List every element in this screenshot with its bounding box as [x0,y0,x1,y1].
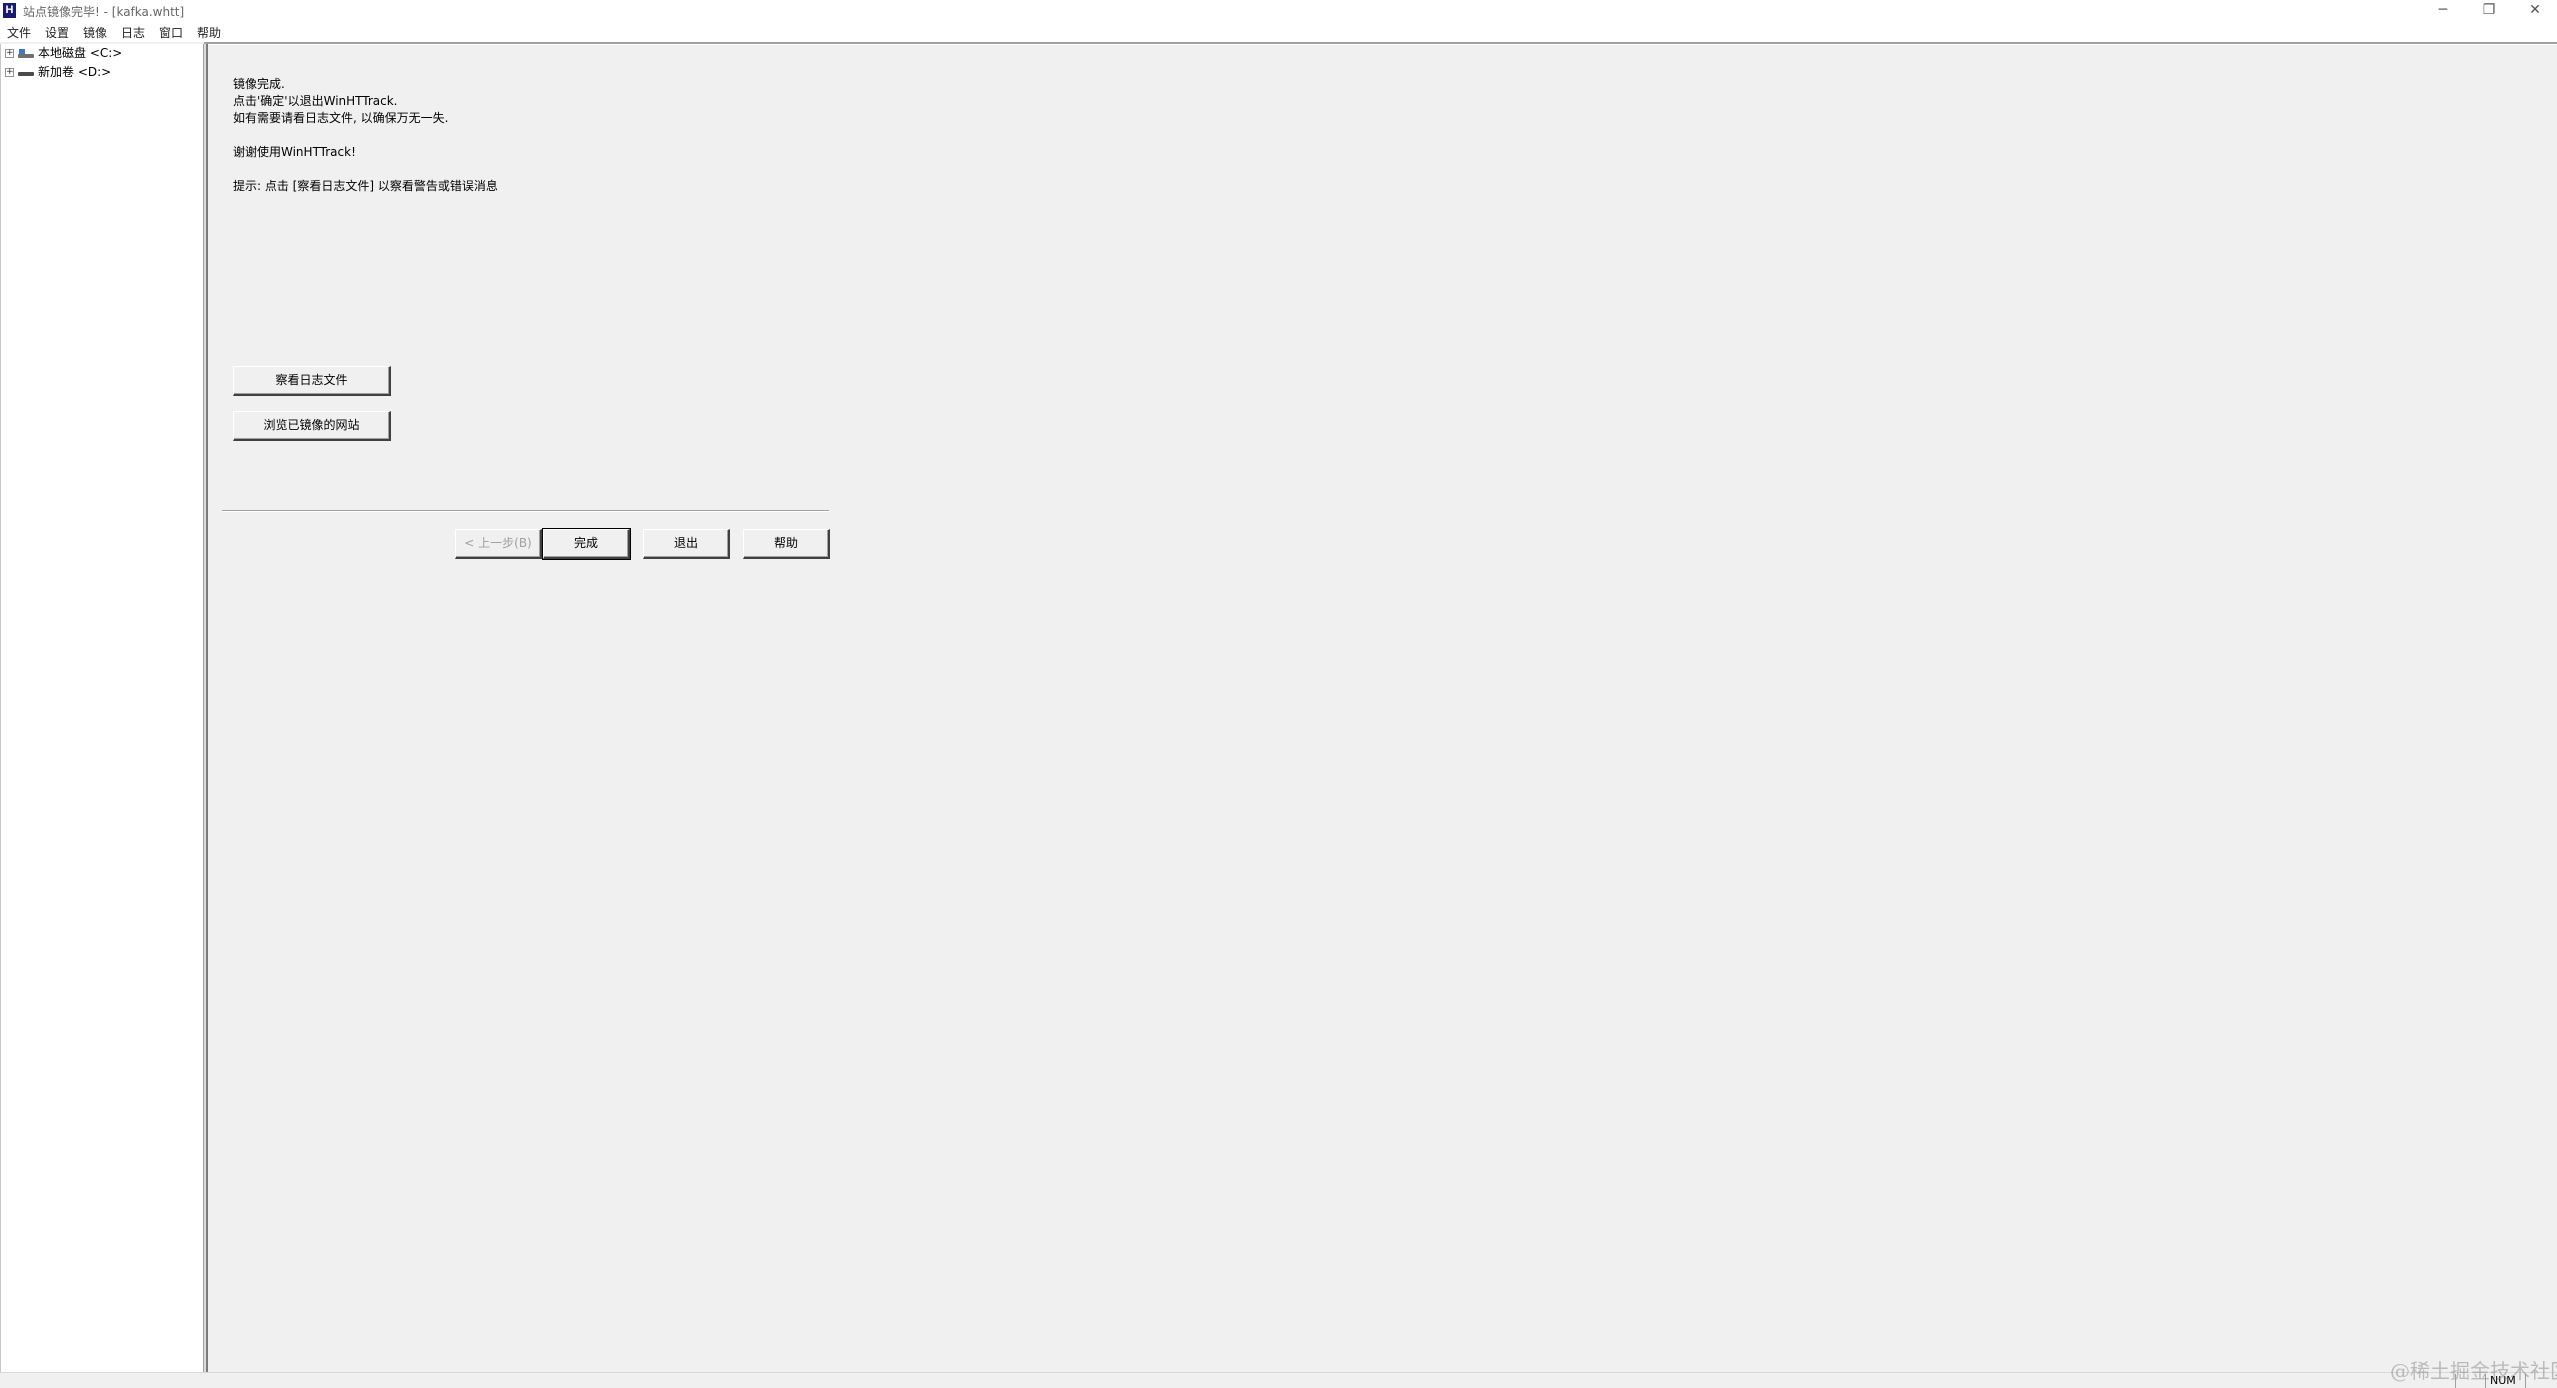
tree-item-c-drive[interactable]: + 本地磁盘 <C:> [5,44,122,62]
httrack-app-icon[interactable]: H [3,3,16,18]
expand-icon[interactable]: + [5,49,14,58]
button-separator [222,510,829,512]
close-button[interactable]: ✕ [2512,0,2557,22]
finish-button[interactable]: 完成 [542,528,631,560]
window-title: 站点镜像完毕! - [kafka.whtt] [23,5,185,19]
menu-window[interactable]: 窗口 [159,24,183,41]
menu-file[interactable]: 文件 [7,24,31,41]
minimize-button[interactable]: ─ [2420,0,2466,22]
tree-item-d-drive[interactable]: + 新加卷 <D:> [5,63,111,81]
message-click-ok: 点击'确定'以退出WinHTTrack. [233,94,398,108]
back-button[interactable]: < 上一步(B) [455,529,542,559]
exit-button[interactable]: 退出 [643,529,730,559]
menu-log[interactable]: 日志 [121,24,145,41]
tree-item-label: 新加卷 <D:> [38,65,112,79]
browse-mirrored-site-button[interactable]: 浏览已镜像的网站 [233,411,391,441]
menu-settings[interactable]: 设置 [45,24,69,41]
tree-item-label: 本地磁盘 <C:> [38,46,123,60]
restore-button[interactable]: ❐ [2466,0,2512,22]
menu-bar: 文件 设置 镜像 日志 窗口 帮助 [0,22,2557,42]
menu-help[interactable]: 帮助 [197,24,221,41]
system-drive-icon [18,48,34,59]
pane-splitter[interactable] [204,44,208,1372]
message-thanks: 谢谢使用WinHTTrack! [233,145,356,159]
message-tip: 提示: 点击 [察看日志文件] 以察看警告或错误消息 [233,179,498,193]
wizard-panel: 镜像完成. 点击'确定'以退出WinHTTrack. 如有需要请看日志文件, 以… [210,45,2557,1372]
status-bar: NUM [0,1372,2557,1388]
title-bar: H 站点镜像完毕! - [kafka.whtt] ─ ❐ ✕ [0,0,2557,22]
message-mirror-complete: 镜像完成. [233,77,285,91]
view-log-button[interactable]: 察看日志文件 [233,366,391,396]
watermark: @稀土掘金技术社区 [2390,1359,2557,1383]
message-check-log: 如有需要请看日志文件, 以确保万无一失. [233,111,449,125]
drive-tree-pane[interactable]: + 本地磁盘 <C:> + 新加卷 <D:> [0,44,204,1372]
help-button[interactable]: 帮助 [743,529,830,559]
menu-mirror[interactable]: 镜像 [83,24,107,41]
drive-icon [18,68,34,78]
expand-icon[interactable]: + [5,68,14,77]
